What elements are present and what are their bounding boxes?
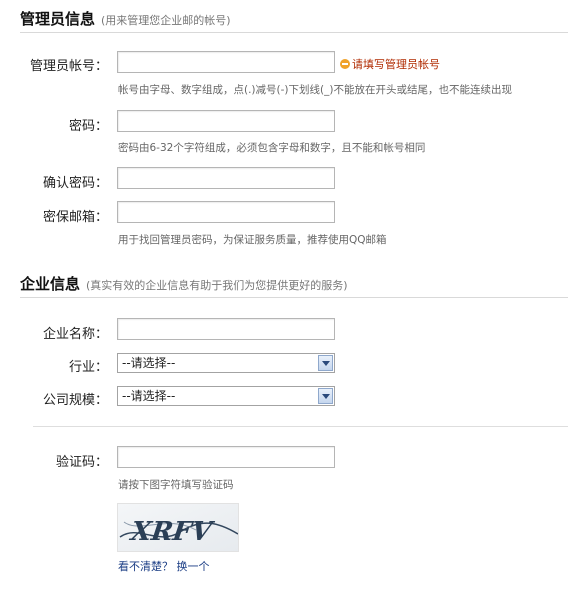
refresh-captcha-link[interactable]: 换一个 [177,560,210,573]
confirm-password-label: 确认密码： [42,176,108,191]
cant-see-link[interactable]: 看不清楚？ [118,560,173,573]
company-name-input[interactable] [117,318,335,340]
warning-icon [340,59,350,69]
security-email-label: 密保邮箱： [42,210,108,225]
company-name-label: 企业名称： [42,327,108,342]
industry-dropdown-arrow-icon[interactable] [318,355,333,371]
company-section-title: 企业信息 [20,275,81,293]
password-label: 密码： [68,119,108,134]
password-hint: 密码由6-32个字符组成，必须包含字母和数字，且不能和帐号相同 [118,142,426,154]
confirm-password-input[interactable] [117,167,335,189]
industry-select[interactable]: --请选择-- [117,353,335,373]
admin-account-label: 管理员帐号： [29,59,108,74]
security-email-hint: 用于找回管理员密码，为保证服务质量，推荐使用QQ邮箱 [118,234,387,246]
admin-section-divider [20,32,568,33]
verification-input[interactable] [117,446,335,468]
company-section-header: 企业信息 (真实有效的企业信息有助于我们为您提供更好的服务) [20,273,348,294]
verification-divider [33,426,568,427]
admin-section-subtitle: (用来管理您企业邮的帐号) [101,14,231,27]
company-size-selected-value: --请选择-- [122,389,176,403]
company-size-dropdown-arrow-icon[interactable] [318,388,333,404]
password-input[interactable] [117,110,335,132]
company-section-subtitle: (真实有效的企业信息有助于我们为您提供更好的服务) [86,279,348,292]
company-section-divider [20,297,568,298]
company-size-select[interactable]: --请选择-- [117,386,335,406]
admin-section-title: 管理员信息 [20,10,96,28]
admin-section-header: 管理员信息 (用来管理您企业邮的帐号) [20,8,231,29]
company-size-label: 公司规模： [42,393,108,408]
industry-selected-value: --请选择-- [122,356,176,370]
verification-label: 验证码： [55,455,108,470]
captcha-links: 看不清楚？ 换一个 [118,558,210,574]
admin-account-input[interactable] [117,51,335,73]
captcha-text: XRFV [126,517,217,547]
industry-label: 行业： [68,360,108,375]
admin-account-warning: 请填写管理员帐号 [340,56,440,72]
captcha-graphic: XRFV [118,504,238,551]
captcha-image[interactable]: XRFV [117,503,239,552]
admin-account-warning-text: 请填写管理员帐号 [352,58,440,71]
verification-hint: 请按下图字符填写验证码 [118,479,234,491]
security-email-input[interactable] [117,201,335,223]
admin-account-hint: 帐号由字母、数字组成，点(.)减号(-)下划线(_)不能放在开头或结尾，也不能连… [118,84,512,96]
